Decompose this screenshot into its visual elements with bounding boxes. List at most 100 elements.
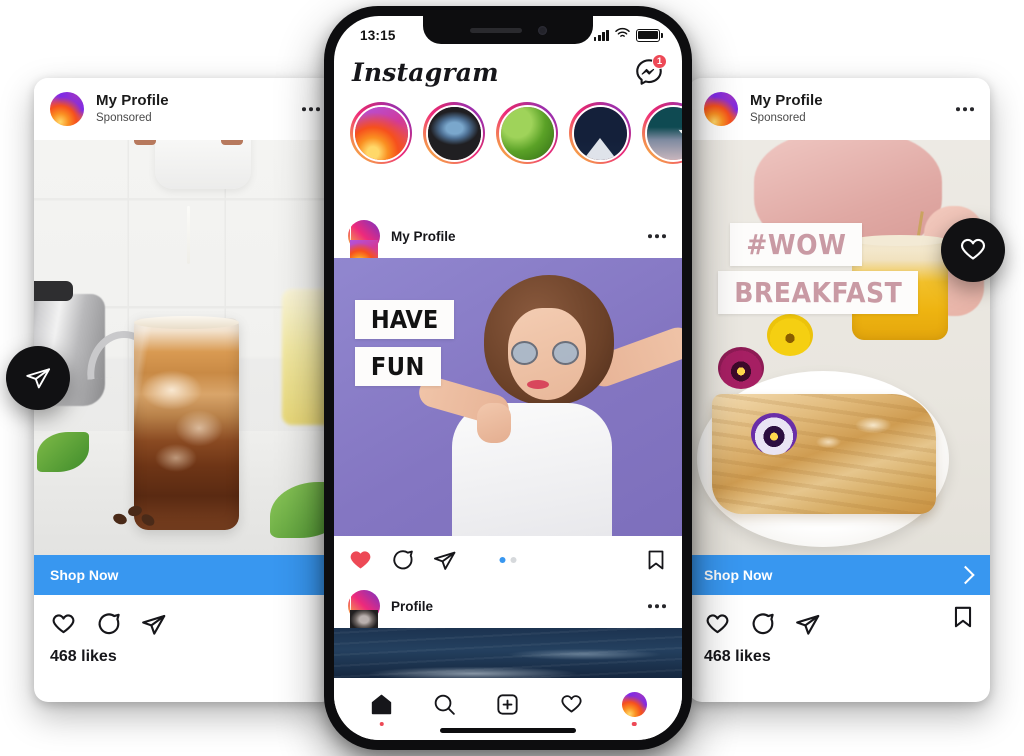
sunglasses-decor [511,341,580,366]
crepes-stack-decor [712,393,937,514]
feed-post-image-1[interactable]: HAVE FUN [334,258,682,536]
instagram-top-bar: Instagram 1 [334,50,682,94]
left-card-post-header: My Profile Sponsored [34,78,336,140]
composition-stage: My Profile Sponsored Shop Now 468 likes … [0,0,1024,756]
share-icon[interactable] [432,548,457,573]
stories-tray[interactable] [334,94,682,174]
profile-avatar-icon [621,691,647,717]
avatar[interactable] [348,220,380,286]
sticker-band-have: HAVE [354,299,455,339]
speaker-grille [469,27,522,33]
sticker-text: FUN [370,351,425,381]
username-label: My Profile [96,92,169,110]
feed-list[interactable]: My Profile HAVE FUN Profile [334,214,682,678]
battery-full-icon [636,28,663,42]
carousel-indicator [499,557,517,563]
coffee-beans-decor [111,504,165,529]
sponsored-label: Sponsored [96,111,152,124]
story-item-leaves[interactable] [496,102,558,164]
phone-mockup: 13:15 Instagram 1 My Profile HAVE FUN Pr… [324,6,692,750]
comment-icon[interactable] [95,611,122,638]
feed-post-header-1: My Profile [334,214,682,286]
avatar[interactable] [348,590,380,656]
username-label: My Profile [391,228,456,244]
sticker-band-fun: FUN [354,346,441,386]
share-icon [26,368,51,389]
crepes-breakfast-photo: #WOW BREAKFAST [688,140,990,555]
milk-jug-decor [154,140,251,190]
left-feed-card: My Profile Sponsored Shop Now 468 likes [34,78,336,702]
tab-activity[interactable] [551,687,591,721]
story-item-mountain[interactable] [569,102,631,164]
hand-decor [221,140,244,145]
left-card-account-meta: My Profile Sponsored [96,92,169,125]
sticker-text: HAVE [370,304,439,334]
messenger-icon[interactable]: 1 [634,54,667,87]
iced-coffee-photo [34,140,336,555]
status-clock: 13:15 [360,27,396,43]
phone-screen: 13:15 Instagram 1 My Profile HAVE FUN Pr… [334,16,682,740]
comment-icon[interactable] [749,611,776,638]
tab-active-dot [379,721,384,726]
right-card-action-bar [688,595,990,638]
story-item-gradient[interactable] [350,102,412,164]
bookmark-icon[interactable] [950,604,976,630]
flower-decor [766,313,813,356]
floating-like-button[interactable] [941,218,1005,282]
share-icon[interactable] [140,611,167,638]
glass-rim-decor [133,315,239,329]
comment-icon[interactable] [390,548,415,573]
coffee-glass-decor [133,318,239,531]
story-item-night[interactable] [642,102,682,164]
tab-profile[interactable] [614,687,654,726]
hand-decor [133,140,156,145]
likes-count-label: 468 likes [50,648,117,665]
heart-icon [960,238,986,260]
heart-icon[interactable] [704,611,731,638]
right-card-post-header: My Profile Sponsored [688,78,990,140]
likes-count-label: 468 likes [704,648,771,665]
feed-post-image-2[interactable] [334,628,682,678]
heart-icon[interactable] [50,611,77,638]
sticker-band-breakfast: BREAKFAST [718,270,919,314]
username-label: Profile [391,598,434,614]
left-card-action-bar [34,595,336,638]
feed-post-header-2: Profile [334,584,682,656]
instagram-logo: Instagram [352,57,499,87]
avatar[interactable] [50,92,84,126]
status-indicators [593,26,663,44]
tab-home[interactable] [362,687,402,726]
more-options-icon[interactable] [956,107,974,111]
milk-pour-decor [186,206,190,265]
wifi-icon [615,26,630,44]
username-label: My Profile [750,92,823,110]
phone-notch [423,16,593,44]
right-card-account-meta: My Profile Sponsored [750,92,823,125]
left-card-cta-bar[interactable]: Shop Now [34,555,336,595]
more-options-icon[interactable] [648,234,666,238]
tab-search[interactable] [425,687,465,721]
kettle-lid-decor [34,281,73,302]
more-options-icon[interactable] [648,604,666,608]
right-card-cta-bar[interactable]: Shop Now [688,555,990,595]
story-item-person[interactable] [423,102,485,164]
more-options-icon[interactable] [302,107,320,111]
hand-decor [476,402,511,443]
signal-bars-icon [593,29,609,41]
right-feed-card: My Profile Sponsored #WOW BREAKFAST Shop… [688,78,990,702]
cta-label: Shop Now [50,567,119,583]
avatar[interactable] [704,92,738,126]
sticker-text: #WOW [746,228,847,261]
floating-share-button[interactable] [6,346,70,410]
home-indicator [440,728,576,733]
tab-active-dot [632,721,637,726]
messenger-badge: 1 [652,54,667,69]
cta-label: Shop Now [704,567,773,583]
share-icon[interactable] [794,611,821,638]
tab-create[interactable] [488,687,528,721]
flower-decor [718,347,765,389]
heart-filled-icon[interactable] [348,548,373,573]
front-camera-icon [537,25,547,35]
bookmark-icon[interactable] [644,548,668,572]
sticker-band-wow: #WOW [730,223,863,266]
